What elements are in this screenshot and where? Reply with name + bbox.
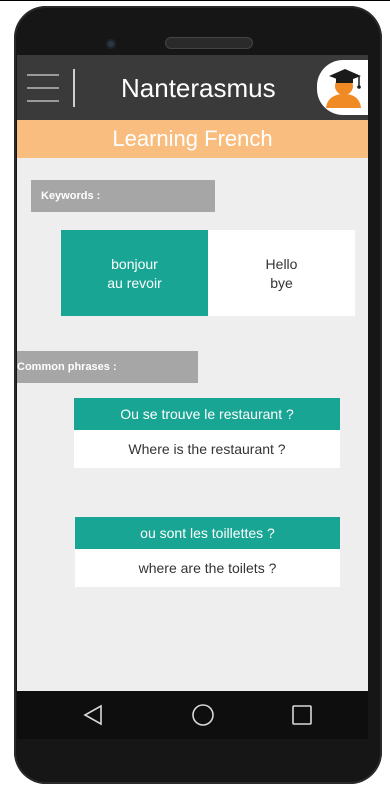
app-bar-divider (73, 69, 75, 107)
keyword-french-1: bonjour (111, 256, 158, 272)
keyword-english-1: Hello (265, 256, 298, 272)
phrase-french-1: Ou se trouve le restaurant ? (74, 398, 340, 430)
hamburger-menu-icon[interactable] (27, 74, 59, 106)
app-title: Nanterasmus (121, 73, 276, 103)
phrase-english-2: where are the toilets ? (138, 560, 277, 576)
common-phrases-label: Common phrases : (17, 351, 198, 383)
app-screen: Nanterasmus Learning French Keywords : b… (17, 55, 368, 691)
recents-square-icon[interactable] (290, 703, 314, 727)
keyword-english-2: bye (270, 275, 293, 291)
graduate-avatar-icon (326, 69, 361, 108)
profile-avatar[interactable] (317, 60, 368, 115)
earpiece-speaker (165, 37, 253, 49)
keywords-label: Keywords : (31, 180, 215, 212)
phrase-card-1[interactable]: Ou se trouve le restaurant ? Where is th… (74, 398, 340, 468)
subtitle-banner: Learning French (17, 120, 368, 158)
top-border-line (0, 0, 390, 1)
keywords-english-panel: Hello bye (208, 230, 355, 316)
back-triangle-icon[interactable] (81, 703, 105, 727)
phrase-french-2: ou sont les toillettes ? (75, 517, 340, 549)
system-nav-bar (17, 691, 368, 739)
keywords-french-panel: bonjour au revoir (61, 230, 208, 316)
keyword-french-2: au revoir (107, 275, 162, 291)
home-circle-icon[interactable] (191, 703, 215, 727)
phrase-english-1: Where is the restaurant ? (128, 441, 286, 457)
keywords-card: bonjour au revoir Hello bye (61, 230, 355, 316)
app-bar: Nanterasmus (17, 55, 368, 120)
front-camera (106, 39, 116, 49)
phrase-card-2[interactable]: ou sont les toillettes ? where are the t… (75, 517, 340, 587)
